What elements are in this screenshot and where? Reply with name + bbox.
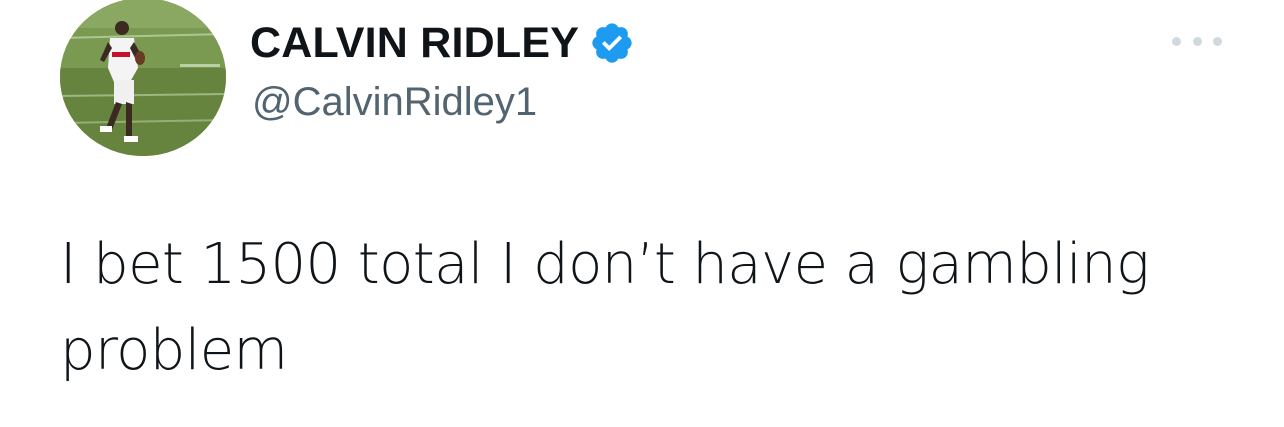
handle[interactable]: @CalvinRidley1	[252, 80, 537, 125]
tweet-text: I bet 1500 total I don’t have a gambling…	[60, 232, 1150, 383]
more-dot	[1213, 36, 1222, 46]
author-name-row[interactable]: CALVIN RIDLEY	[250, 18, 635, 68]
avatar[interactable]	[60, 0, 226, 156]
more-options-icon[interactable]	[1172, 30, 1222, 52]
profile-photo	[60, 0, 226, 156]
verified-badge-icon	[589, 20, 635, 66]
more-dot	[1192, 36, 1202, 46]
more-dot	[1172, 36, 1181, 46]
display-name[interactable]: CALVIN RIDLEY	[250, 19, 579, 68]
